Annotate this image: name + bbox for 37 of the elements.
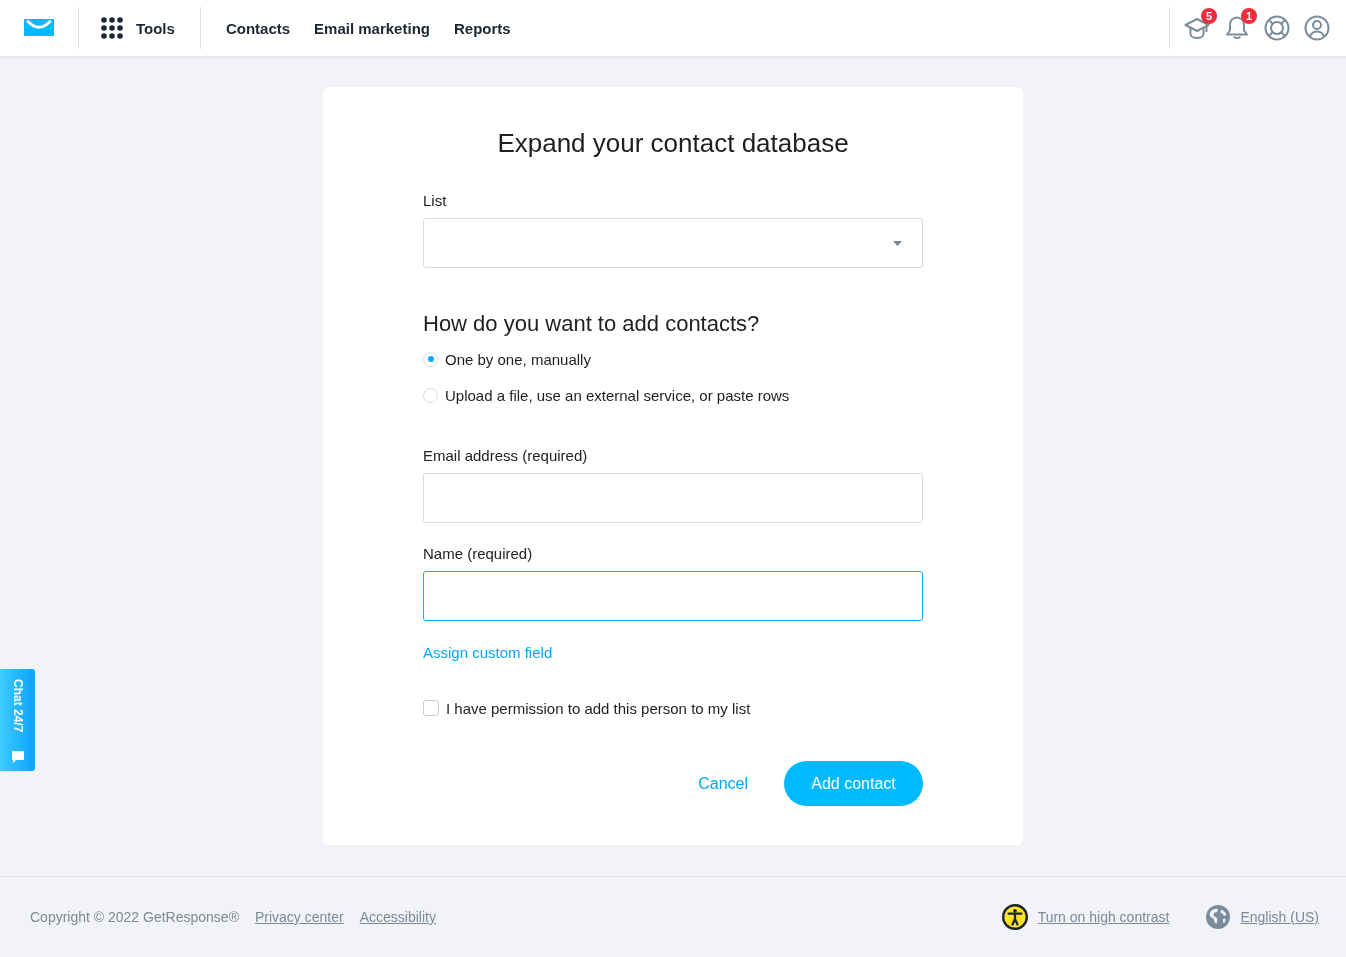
field-label: List <box>423 191 447 211</box>
field-label: Name (required) <box>423 544 533 564</box>
nav-link[interactable]: Contacts <box>225 19 291 37</box>
radio-button[interactable] <box>423 351 438 367</box>
section-heading: How do you want to add contacts? <box>423 310 760 338</box>
user-icon[interactable] <box>1304 15 1330 41</box>
accessibility-icon[interactable] <box>1001 904 1028 930</box>
tools-menu[interactable]: Tools <box>101 17 175 39</box>
speech-bubble-icon <box>11 751 24 763</box>
option-label: Upload a file, use an external service, or paste rows <box>445 386 790 404</box>
add-contact-button[interactable]: Add contact <box>784 761 923 806</box>
cancel-button[interactable]: Cancel <box>692 766 754 801</box>
nav-link[interactable]: Reports <box>453 19 511 37</box>
radio-button[interactable] <box>423 387 438 403</box>
list-select[interactable] <box>423 218 923 268</box>
count-badge: 1 <box>1241 8 1257 24</box>
nav-link[interactable]: Email marketing <box>314 19 430 37</box>
checkbox-label: I have permission to add this person to my list <box>446 699 751 717</box>
footer-link[interactable]: Accessibility <box>359 909 436 925</box>
text-input[interactable] <box>423 473 923 523</box>
language-link[interactable]: English (US) <box>1240 909 1319 925</box>
envelope-icon[interactable] <box>24 19 54 36</box>
field-label: Email address (required) <box>423 446 588 466</box>
checkbox[interactable] <box>423 700 439 716</box>
option-label: One by one, manually <box>445 350 591 368</box>
grid-icon <box>101 17 123 39</box>
copyright-text: Copyright © 2022 GetResponse® <box>30 909 239 925</box>
form-title: Expand your contact database <box>497 127 849 159</box>
globe-icon[interactable] <box>1206 905 1231 929</box>
text-input[interactable] <box>423 571 923 621</box>
chat-tab[interactable]: Chat 24/7 <box>0 669 35 771</box>
high-contrast-link[interactable]: Turn on high contrast <box>1037 909 1170 925</box>
footer-link[interactable]: Privacy center <box>254 909 344 925</box>
lifebuoy-icon[interactable] <box>1264 15 1290 41</box>
caret-icon <box>893 240 902 246</box>
count-badge: 5 <box>1201 8 1217 24</box>
custom-field-link[interactable]: Assign custom field <box>423 643 553 663</box>
